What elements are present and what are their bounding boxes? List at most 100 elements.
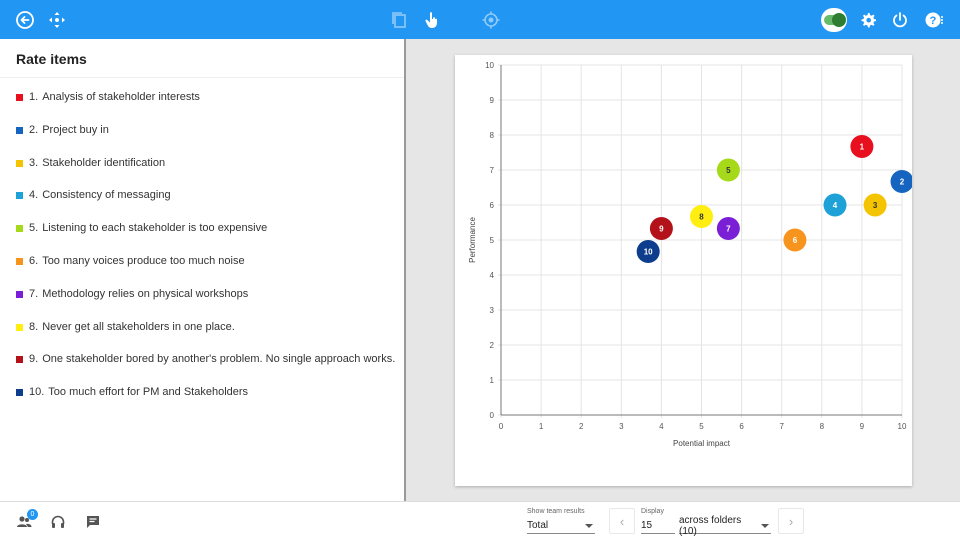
top-toolbar: ? <box>0 0 960 39</box>
help-icon[interactable]: ? <box>924 10 944 30</box>
x-axis-label: Potential impact <box>673 439 731 448</box>
target-icon[interactable] <box>481 10 501 30</box>
item-label: Methodology relies on physical workshops <box>42 287 249 300</box>
item-label: Listening to each stakeholder is too exp… <box>42 222 268 235</box>
team-badge: 0 <box>27 509 38 520</box>
copy-icon[interactable] <box>389 10 409 30</box>
color-square-icon <box>16 389 23 397</box>
y-tick-label: 5 <box>490 236 495 245</box>
list-item[interactable]: 2. Project buy in <box>16 124 395 157</box>
color-square-icon <box>16 192 23 200</box>
bottom-toolbar: 0 Show team results Total ‹ Display 15 a… <box>0 501 960 540</box>
y-tick-label: 9 <box>490 96 495 105</box>
data-point-label: 9 <box>659 224 664 233</box>
y-tick-label: 3 <box>490 306 495 315</box>
data-point-label: 8 <box>699 213 704 222</box>
data-point-label: 6 <box>793 236 798 245</box>
x-tick-label: 10 <box>898 422 907 431</box>
power-icon[interactable] <box>890 10 910 30</box>
y-tick-label: 0 <box>490 411 495 420</box>
rate-items-list: 1. Analysis of stakeholder interests 2. Pro… <box>16 91 395 419</box>
headset-icon[interactable] <box>50 514 66 530</box>
item-number: 5. <box>29 222 39 235</box>
svg-text:?: ? <box>930 15 937 27</box>
list-item[interactable]: 3. Stakeholder identification <box>16 157 395 190</box>
scatter-chart: 0 1 2 3 4 5 6 7 8 9 10 0 1 2 3 4 5 6 7 8 9 10 Potential impact… <box>468 61 912 448</box>
data-point-label: 1 <box>860 143 865 152</box>
x-tick-label: 7 <box>779 422 784 431</box>
item-number: 1. <box>29 91 39 103</box>
folders-value: across folders (10) <box>679 514 742 537</box>
chevron-left-icon[interactable]: ‹ <box>609 508 635 534</box>
item-label: Too much effort for PM and Stakeholders <box>48 386 249 399</box>
item-number: 10. <box>29 386 45 399</box>
item-label: Stakeholder identification <box>42 156 166 169</box>
y-tick-label: 2 <box>490 341 495 350</box>
list-item[interactable]: 8. Never get all stakeholders in one plac… <box>16 321 395 354</box>
back-circle-icon[interactable] <box>15 10 35 30</box>
y-tick-label: 8 <box>490 131 495 140</box>
color-square-icon <box>16 257 23 265</box>
list-item[interactable]: 5. Listening to each stakeholder is too e… <box>16 222 395 255</box>
color-square-icon <box>16 225 23 233</box>
item-label: Too many voices produce too much noise <box>42 254 245 267</box>
move-arrows-icon[interactable] <box>47 10 67 30</box>
item-number: 9. <box>29 353 39 366</box>
y-axis-label: Performance <box>468 217 477 263</box>
x-tick-label: 1 <box>539 422 544 431</box>
chevron-down-icon <box>761 523 769 528</box>
list-item[interactable]: 10. Too much effort for PM and Stakeholde… <box>16 386 395 419</box>
hand-pointer-icon[interactable] <box>422 10 442 30</box>
x-tick-label: 2 <box>579 422 584 431</box>
color-square-icon <box>16 159 23 167</box>
item-label: Analysis of stakeholder interests <box>42 91 200 103</box>
item-number: 4. <box>29 189 39 202</box>
color-square-icon <box>16 323 23 331</box>
y-tick-label: 1 <box>490 376 495 385</box>
list-item[interactable]: 7. Methodology relies on physical worksho… <box>16 288 395 321</box>
x-tick-label: 6 <box>739 422 744 431</box>
list-item[interactable]: 4. Consistency of messaging <box>16 189 395 222</box>
display-count-input[interactable]: 15 <box>641 518 675 534</box>
data-point-label: 4 <box>833 201 838 210</box>
y-tick-label: 7 <box>490 166 495 175</box>
show-team-value: Total <box>527 520 549 531</box>
x-tick-label: 8 <box>820 422 825 431</box>
rate-items-panel: Rate items 1. Analysis of stakeholder int… <box>0 39 406 501</box>
data-point-label: 5 <box>726 166 731 175</box>
list-item[interactable]: 9. One stakeholder bored by another's pro… <box>16 353 395 386</box>
item-number: 7. <box>29 287 39 300</box>
divider <box>0 77 404 78</box>
x-tick-label: 3 <box>619 422 624 431</box>
y-tick-label: 10 <box>485 61 494 70</box>
item-label: Project buy in <box>42 123 109 136</box>
list-item[interactable]: 1. Analysis of stakeholder interests <box>16 91 395 124</box>
toggle-switch[interactable] <box>821 8 847 32</box>
color-square-icon <box>16 94 23 101</box>
color-square-icon <box>16 356 23 364</box>
item-label: Never get all stakeholders in one place. <box>42 320 235 333</box>
chat-icon[interactable] <box>85 514 101 530</box>
y-tick-label: 4 <box>490 271 495 280</box>
x-tick-label: 9 <box>860 422 865 431</box>
data-point-label: 3 <box>873 201 878 210</box>
item-label: One stakeholder bored by another's probl… <box>42 353 396 366</box>
item-number: 6. <box>29 254 39 267</box>
show-team-select[interactable]: Total <box>527 518 595 534</box>
gear-icon[interactable] <box>858 10 878 30</box>
x-tick-label: 0 <box>499 422 504 431</box>
show-team-label: Show team results <box>527 508 585 515</box>
item-number: 3. <box>29 156 39 169</box>
list-item[interactable]: 6. Too many voices produce too much noise <box>16 255 395 288</box>
item-number: 2. <box>29 123 39 136</box>
x-tick-label: 5 <box>699 422 704 431</box>
chevron-right-icon[interactable]: › <box>778 508 804 534</box>
data-point-label: 10 <box>644 248 653 257</box>
folders-select[interactable]: across folders (10) <box>679 514 771 537</box>
scatter-chart-card: 0 1 2 3 4 5 6 7 8 9 10 0 1 2 3 4 5 6 7 8 9 10 Potential impact… <box>455 55 912 486</box>
item-number: 8. <box>29 320 39 333</box>
item-label: Consistency of messaging <box>42 189 171 202</box>
color-square-icon <box>16 290 23 298</box>
display-value: 15 <box>641 520 653 531</box>
x-tick-label: 4 <box>659 422 664 431</box>
